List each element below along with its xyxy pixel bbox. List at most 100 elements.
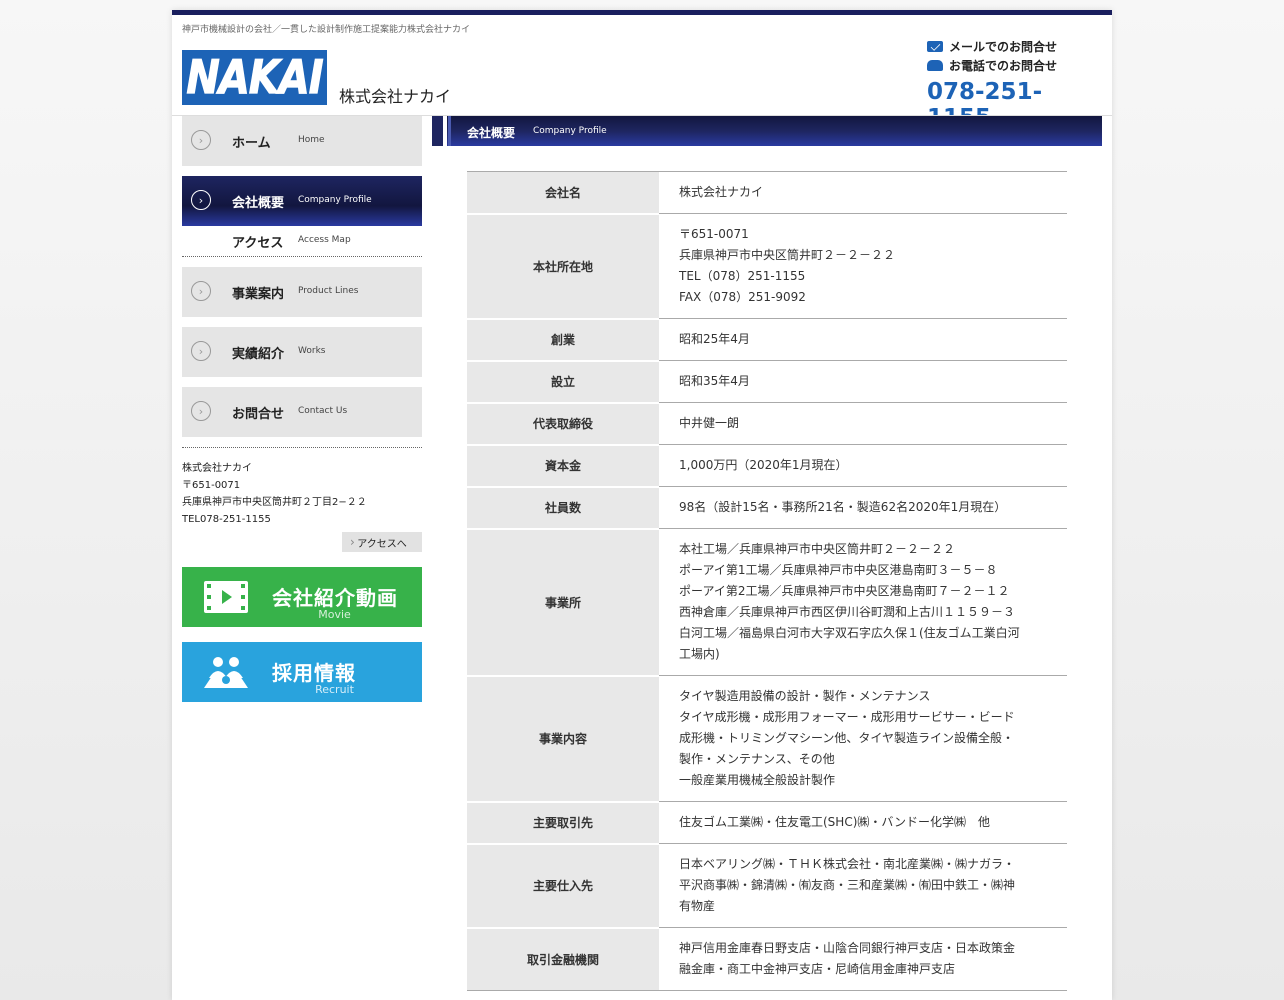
access-button[interactable]: › アクセスへ	[342, 532, 422, 552]
value-line: ポーアイ第2工場／兵庫県神戸市中央区港島南町７－２－１２	[679, 584, 1010, 598]
row-label: 取引金融機関	[467, 926, 659, 991]
value-line: 株式会社ナカイ	[679, 185, 764, 199]
value-line: 昭和35年4月	[679, 374, 750, 388]
row-label: 設立	[467, 359, 659, 403]
row-label: 社員数	[467, 485, 659, 529]
value-line: 1,000万円（2020年1月現在）	[679, 458, 848, 472]
nav-item-works[interactable]: › 実績紹介 Works	[182, 327, 422, 377]
phone-contact: お電話でのお問合せ	[927, 56, 1102, 75]
value-line: 中井健一朗	[679, 416, 740, 430]
row-value: タイヤ製造用設備の設計・製作・メンテナンスタイヤ成形機・成形用フォーマー・成形用…	[659, 675, 1067, 802]
table-row: 創業 昭和25年4月	[467, 317, 1067, 361]
row-label: 資本金	[467, 443, 659, 487]
chevron-right-icon: ›	[191, 341, 211, 361]
value-line: 有物産	[679, 899, 716, 913]
value-line: 日本ベアリング㈱・ＴＨＫ株式会社・南北産業㈱・㈱ナガラ・	[679, 857, 1016, 871]
company-name: 株式会社ナカイ	[339, 87, 452, 106]
heading-accent	[448, 116, 451, 146]
row-value: 98名（設計15名・事務所21名・製造62名2020年1月現在）	[659, 486, 1067, 529]
recruit-banner-sub: Recruit	[315, 683, 354, 696]
page-title-bar: 会社概要 Company Profile	[432, 116, 1102, 146]
value-line: 神戸信用金庫春日野支店・山陰合同銀行神戸支店・日本政策金	[679, 941, 1016, 955]
movie-banner[interactable]: 会社紹介動画 Movie	[182, 567, 422, 627]
nav-item-home[interactable]: › ホーム Home	[182, 116, 422, 166]
divider	[182, 437, 422, 448]
row-value: 住友ゴム工業㈱・住友電工(SHC)㈱・バンドー化学㈱ 他	[659, 801, 1067, 844]
value-line: 融金庫・商工中金神戸支店・尼崎信用金庫神戸支店	[679, 962, 956, 976]
sidebar-tel: TEL078-251-1155	[182, 514, 271, 525]
movie-banner-title: 会社紹介動画	[272, 586, 398, 610]
table-row: 社員数 98名（設計15名・事務所21名・製造62名2020年1月現在）	[467, 485, 1067, 529]
row-label: 主要仕入先	[467, 842, 659, 928]
row-label: 本社所在地	[467, 212, 659, 319]
company-profile-table: 会社名 株式会社ナカイ 本社所在地 〒651-0071 兵庫県神戸市中央区筒井町２－２－…	[467, 171, 1067, 991]
value-line: 本社工場／兵庫県神戸市中央区筒井町２－２－２２	[679, 542, 956, 556]
film-icon	[204, 581, 248, 613]
table-row: 主要取引先 住友ゴム工業㈱・住友電工(SHC)㈱・バンドー化学㈱ 他	[467, 800, 1067, 844]
nav-item-product-lines[interactable]: › 事業案内 Product Lines	[182, 267, 422, 317]
value-line: タイヤ製造用設備の設計・製作・メンテナンス	[679, 689, 931, 703]
chevron-right-icon: ›	[191, 281, 211, 301]
page-subtitle: Company Profile	[533, 126, 607, 136]
value-line: FAX（078）251-9092	[679, 290, 806, 304]
row-label: 代表取締役	[467, 401, 659, 445]
value-line: 〒651-0071	[679, 227, 749, 241]
chevron-right-icon: ›	[191, 130, 211, 150]
sidebar-address: 株式会社ナカイ 〒651-0071 兵庫県神戸市中央区筒井町２丁目2−２２ TE…	[182, 460, 422, 528]
value-line: 白河工場／福島県白河市大字双石字広久保１(住友ゴム工業白河	[679, 626, 1020, 640]
table-row: 会社名 株式会社ナカイ	[467, 171, 1067, 214]
row-value: 日本ベアリング㈱・ＴＨＫ株式会社・南北産業㈱・㈱ナガラ・ 平沢商事㈱・錦清㈱・㈲友…	[659, 843, 1067, 928]
value-line: 工場内)	[679, 647, 720, 661]
mail-contact-label: メールでのお問合せ	[949, 40, 1058, 54]
recruit-banner-title: 採用情報	[272, 661, 356, 685]
row-label: 事業内容	[467, 674, 659, 802]
table-row: 資本金 1,000万円（2020年1月現在）	[467, 443, 1067, 487]
recruit-banner[interactable]: 採用情報 Recruit	[182, 642, 422, 702]
table-row: 本社所在地 〒651-0071 兵庫県神戸市中央区筒井町２－２－２２ TEL（078）…	[467, 212, 1067, 319]
value-line: 兵庫県神戸市中央区筒井町２－２－２２	[679, 248, 896, 262]
value-line: 平沢商事㈱・錦清㈱・㈲友商・三和産業㈱・㈲田中鉄工・㈱神	[679, 878, 1016, 892]
value-line: 成形機・トリミングマシーン他、タイヤ製造ライン設備全般・	[679, 731, 1015, 745]
nav-sublabel: Product Lines	[298, 286, 359, 296]
movie-banner-sub: Movie	[318, 608, 351, 621]
sidebar-postal: 〒651-0071	[182, 480, 241, 491]
row-label: 事業所	[467, 527, 659, 676]
row-value: 株式会社ナカイ	[659, 171, 1067, 214]
nav-label: お問合せ	[232, 407, 285, 422]
sidebar-street: 兵庫県神戸市中央区筒井町２丁目2−２２	[182, 497, 367, 508]
row-value: 昭和25年4月	[659, 318, 1067, 361]
nav-sublabel: Contact Us	[298, 406, 348, 416]
nav-sublabel: Works	[298, 346, 326, 356]
value-line: タイヤ成形機・成形用フォーマー・成形用サービサー・ビード	[679, 710, 1015, 724]
value-line: 一般産業用機械全般設計製作	[679, 773, 836, 787]
nav-sublabel: Home	[298, 135, 325, 145]
chevron-right-icon: ›	[191, 401, 211, 421]
phone-icon	[927, 60, 943, 71]
nav-item-company-profile[interactable]: › 会社概要 Company Profile	[182, 176, 422, 226]
row-value: 〒651-0071 兵庫県神戸市中央区筒井町２－２－２２ TEL（078）251-1…	[659, 213, 1067, 319]
nav-item-contact[interactable]: › お問合せ Contact Us	[182, 387, 422, 437]
nav-label: ホーム	[232, 136, 271, 151]
chevron-right-icon: ›	[191, 190, 211, 210]
table-row: 設立 昭和35年4月	[467, 359, 1067, 403]
value-line: 98名（設計15名・事務所21名・製造62名2020年1月現在）	[679, 500, 1007, 514]
value-line: 西神倉庫／兵庫県神戸市西区伊川谷町潤和上古川１１５９－３	[679, 605, 1016, 619]
nav-label: 実績紹介	[232, 347, 285, 362]
mail-icon	[927, 41, 943, 52]
table-row: 主要仕入先 日本ベアリング㈱・ＴＨＫ株式会社・南北産業㈱・㈱ナガラ・ 平沢商事㈱・錦…	[467, 842, 1067, 928]
row-value: 1,000万円（2020年1月現在）	[659, 444, 1067, 487]
logo-text: NAKAI	[186, 50, 324, 104]
nav-label: アクセス	[232, 236, 284, 251]
mail-contact-link[interactable]: メールでのお問合せ	[927, 37, 1102, 56]
nav-label: 会社概要	[232, 196, 285, 211]
nav-label: 事業案内	[232, 287, 285, 302]
table-row: 代表取締役 中井健一朗	[467, 401, 1067, 445]
row-label: 主要取引先	[467, 800, 659, 844]
value-line: TEL（078）251-1155	[679, 269, 806, 283]
site-tagline: 神戸市機械設計の会社／一貫した設計制作施工提案能力株式会社ナカイ	[182, 25, 471, 35]
table-row: 事業内容 タイヤ製造用設備の設計・製作・メンテナンス タイヤ成形機・成形用フォーマー…	[467, 674, 1067, 802]
page-container: 神戸市機械設計の会社／一貫した設計制作施工提案能力株式会社ナカイ NAKAI 株…	[172, 10, 1112, 1000]
company-logo[interactable]: NAKAI	[182, 50, 327, 105]
value-line: ポーアイ第1工場／兵庫県神戸市中央区港島南町３－５－８	[679, 563, 998, 577]
nav-item-access[interactable]: アクセス Access Map	[182, 226, 422, 257]
